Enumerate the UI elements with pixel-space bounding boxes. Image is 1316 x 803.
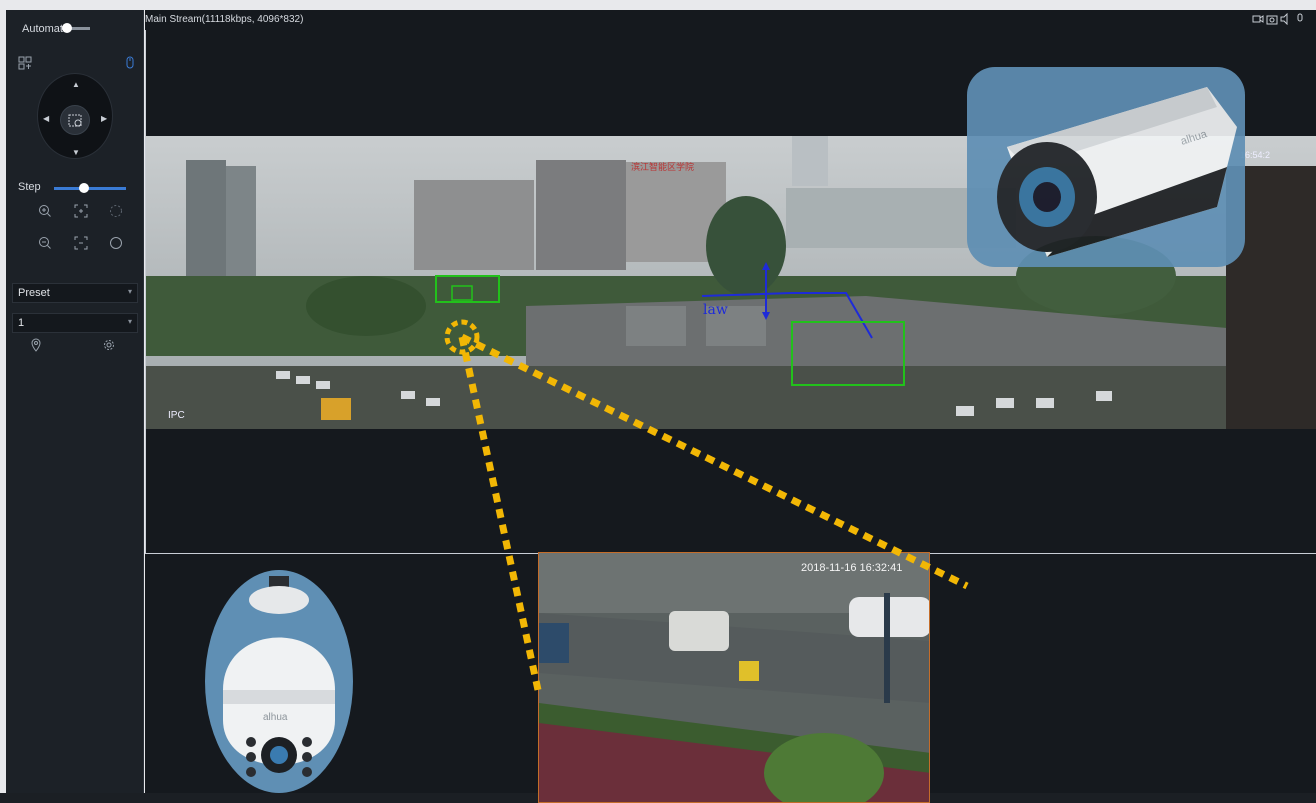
step-slider-knob[interactable] <box>79 183 89 193</box>
dome-camera-icon: alhua <box>223 576 335 777</box>
pan-right-arrow-icon[interactable]: ▶ <box>101 114 107 123</box>
grid-icon[interactable] <box>18 56 32 70</box>
gear-icon[interactable] <box>102 338 116 352</box>
ptz-control-panel: Automatic ▲ ▼ ◀ ▶ Step Preset ▾ 1 ▾ <box>6 10 144 793</box>
ptz-center-button[interactable] <box>60 105 90 135</box>
chevron-down-icon: ▾ <box>127 317 132 326</box>
pan-down-arrow-icon[interactable]: ▼ <box>72 148 80 157</box>
bullet-camera-icon: alhua <box>997 87 1237 257</box>
zoom-out-icon[interactable] <box>38 236 52 250</box>
step-slider-track[interactable] <box>54 187 126 190</box>
zoom-in-icon[interactable] <box>38 204 52 218</box>
iris-close-icon[interactable] <box>109 236 123 250</box>
guide-line-left <box>458 336 542 691</box>
iris-open-icon[interactable] <box>109 204 123 218</box>
preset-select[interactable]: Preset ▾ <box>12 283 138 303</box>
focus-far-icon[interactable] <box>74 236 88 250</box>
mouse-icon[interactable] <box>123 56 137 70</box>
preset-number-select[interactable]: 1 ▾ <box>12 313 138 333</box>
mode-toggle-knob[interactable] <box>62 23 72 33</box>
preset-number-value: 1 <box>18 317 25 329</box>
app-frame: Automatic ▲ ▼ ◀ ▶ Step Preset ▾ 1 ▾ Main… <box>0 0 1316 803</box>
preset-select-label: Preset <box>18 287 50 299</box>
focus-near-icon[interactable] <box>74 204 88 218</box>
chevron-down-icon: ▾ <box>127 287 132 296</box>
pan-left-arrow-icon[interactable]: ◀ <box>43 114 49 123</box>
pan-up-arrow-icon[interactable]: ▲ <box>72 80 80 89</box>
guide-line-right <box>460 333 969 590</box>
step-label: Step <box>18 181 41 193</box>
dome-camera-brand: alhua <box>263 712 288 723</box>
location-pin-icon[interactable] <box>29 338 43 352</box>
dome-camera-badge: alhua <box>205 570 353 793</box>
live-view: Main Stream(11118kbps, 4096*832) 滨江智能区学院… <box>145 10 1316 803</box>
bullet-camera-badge: alhua <box>967 67 1245 267</box>
